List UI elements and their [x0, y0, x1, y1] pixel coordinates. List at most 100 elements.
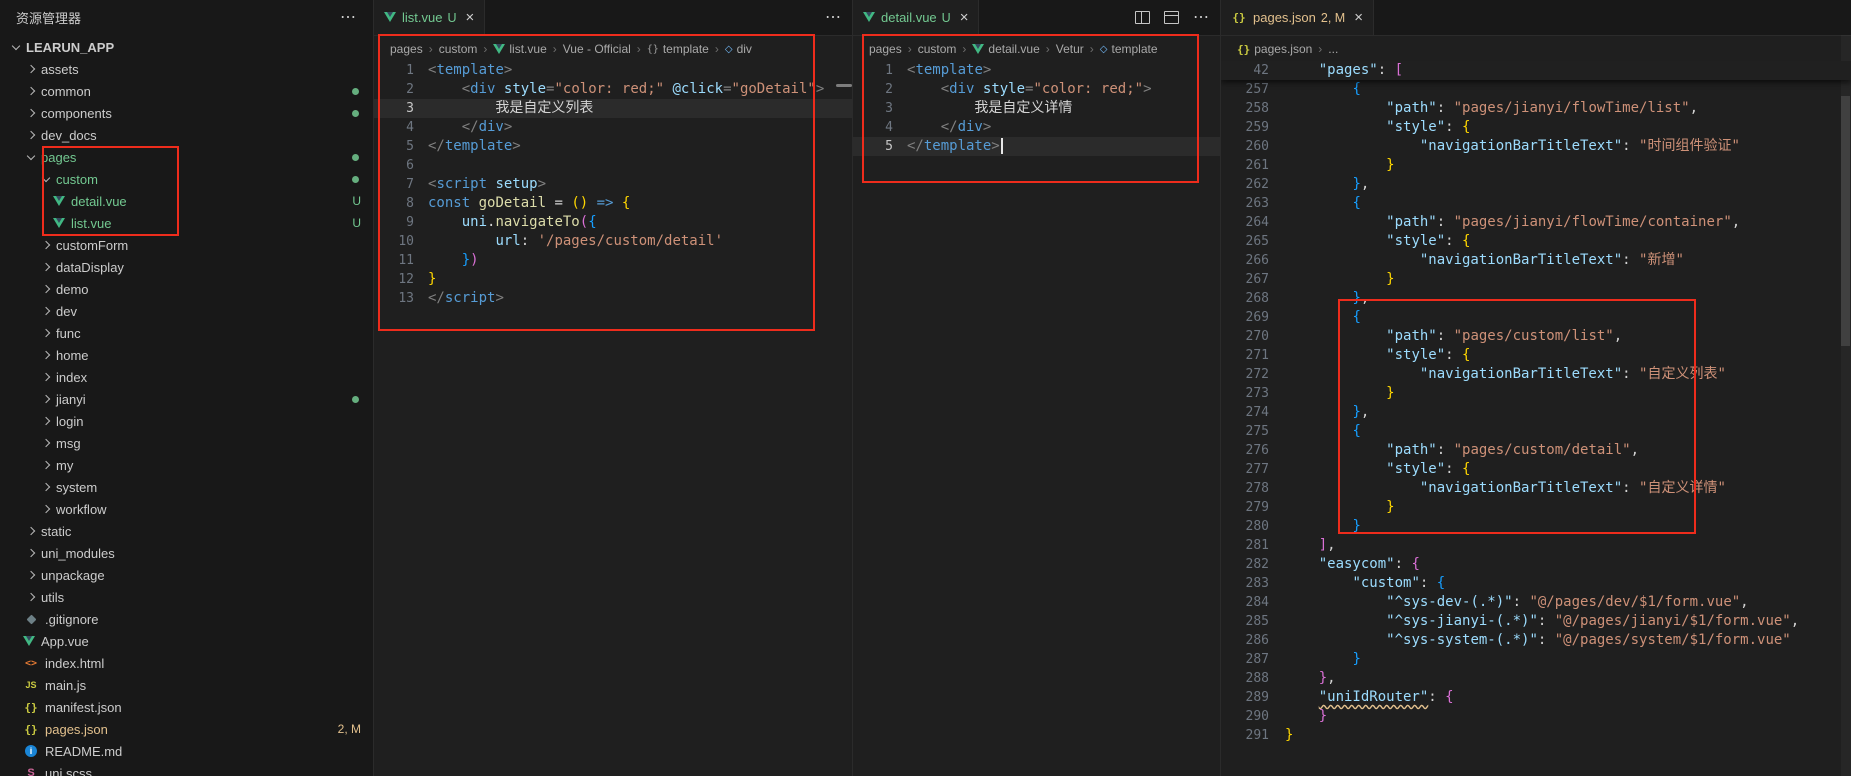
tree-item-manifest-json[interactable]: manifest.json	[0, 696, 373, 718]
close-icon[interactable]: ×	[1354, 10, 1363, 25]
code-editor[interactable]: 1<template>2 <div style="color: red;">3 …	[853, 61, 1220, 776]
code-line-277[interactable]: 277 "style": {	[1221, 460, 1851, 479]
code-line-287[interactable]: 287 }	[1221, 650, 1851, 669]
editor-layout-icon[interactable]	[1164, 11, 1179, 24]
code-line-281[interactable]: 281 ],	[1221, 536, 1851, 555]
tab-list-vue[interactable]: list.vue U ×	[374, 0, 485, 35]
tree-item-index-html[interactable]: index.html	[0, 652, 373, 674]
code-line-9[interactable]: 9 uni.navigateTo({	[374, 213, 852, 232]
tree-item-login[interactable]: login	[0, 410, 373, 432]
tree-item-dev-docs[interactable]: dev_docs	[0, 124, 373, 146]
tree-item-uni-scss[interactable]: uni.scss	[0, 762, 373, 776]
breadcrumb-item-pages[interactable]: pages	[390, 42, 423, 56]
breadcrumb-item-pages-json[interactable]: pages.json	[1237, 42, 1312, 56]
code-line-1[interactable]: 1<template>	[853, 61, 1220, 80]
code-line-4[interactable]: 4 </div>	[853, 118, 1220, 137]
breadcrumb-item-vue-official[interactable]: Vue - Official	[563, 42, 631, 56]
tree-item-system[interactable]: system	[0, 476, 373, 498]
scrollbar-track[interactable]	[1841, 35, 1851, 776]
code-line-269[interactable]: 269 {	[1221, 308, 1851, 327]
code-line-2[interactable]: 2 <div style="color: red;">	[853, 80, 1220, 99]
breadcrumb-item-pages[interactable]: pages	[869, 42, 902, 56]
code-line-5[interactable]: 5</template>	[853, 137, 1220, 156]
code-line-283[interactable]: 283 "custom": {	[1221, 574, 1851, 593]
tree-item-uni-modules[interactable]: uni_modules	[0, 542, 373, 564]
tree-item-func[interactable]: func	[0, 322, 373, 344]
breadcrumb-item-template[interactable]: template	[1100, 42, 1158, 56]
tree-item-list-vue[interactable]: list.vueU	[0, 212, 373, 234]
code-line-264[interactable]: 264 "path": "pages/jianyi/flowTime/conta…	[1221, 213, 1851, 232]
tree-item-readme-md[interactable]: README.md	[0, 740, 373, 762]
tree-item-pages-json[interactable]: pages.json2, M	[0, 718, 373, 740]
code-line-42[interactable]: 42 "pages": [	[1221, 61, 1851, 80]
breadcrumb-item-list-vue[interactable]: list.vue	[493, 42, 546, 56]
tree-item-customform[interactable]: customForm	[0, 234, 373, 256]
tree-item-learun-app[interactable]: LEARUN_APP	[0, 36, 373, 58]
close-icon[interactable]: ×	[466, 10, 475, 25]
more-actions-icon[interactable]: ⋯	[1193, 10, 1210, 26]
more-actions-icon[interactable]: ⋯	[825, 10, 842, 26]
code-line-279[interactable]: 279 }	[1221, 498, 1851, 517]
tree-item-dev[interactable]: dev	[0, 300, 373, 322]
code-line-10[interactable]: 10 url: '/pages/custom/detail'	[374, 232, 852, 251]
tab-detail-vue[interactable]: detail.vue U ×	[853, 0, 979, 35]
code-line-257[interactable]: 257 {	[1221, 80, 1851, 99]
breadcrumb-item-item[interactable]: ...	[1328, 42, 1338, 56]
code-line-285[interactable]: 285 "^sys-jianyi-(.*)": "@/pages/jianyi/…	[1221, 612, 1851, 631]
tree-item-app-vue[interactable]: App.vue	[0, 630, 373, 652]
code-line-288[interactable]: 288 },	[1221, 669, 1851, 688]
code-line-290[interactable]: 290 }	[1221, 707, 1851, 726]
code-line-265[interactable]: 265 "style": {	[1221, 232, 1851, 251]
scrollbar-thumb[interactable]	[1841, 96, 1850, 346]
code-line-259[interactable]: 259 "style": {	[1221, 118, 1851, 137]
breadcrumb-item-detail-vue[interactable]: detail.vue	[972, 42, 1039, 56]
code-line-263[interactable]: 263 {	[1221, 194, 1851, 213]
code-line-274[interactable]: 274 },	[1221, 403, 1851, 422]
code-line-284[interactable]: 284 "^sys-dev-(.*)": "@/pages/dev/$1/for…	[1221, 593, 1851, 612]
tree-item-msg[interactable]: msg	[0, 432, 373, 454]
tree-item-pages[interactable]: pages	[0, 146, 373, 168]
code-line-262[interactable]: 262 },	[1221, 175, 1851, 194]
more-actions-icon[interactable]: ⋯	[340, 10, 357, 26]
breadcrumb-item-div[interactable]: div	[725, 42, 752, 56]
tree-item-main-js[interactable]: main.js	[0, 674, 373, 696]
tree-item-index[interactable]: index	[0, 366, 373, 388]
code-line-286[interactable]: 286 "^sys-system-(.*)": "@/pages/system/…	[1221, 631, 1851, 650]
code-line-275[interactable]: 275 {	[1221, 422, 1851, 441]
breadcrumb-item-template[interactable]: template	[647, 42, 709, 56]
code-editor[interactable]: 42 "pages": [257 {258 "path": "pages/jia…	[1221, 61, 1851, 776]
code-line-267[interactable]: 267 }	[1221, 270, 1851, 289]
code-line-268[interactable]: 268 },	[1221, 289, 1851, 308]
code-line-261[interactable]: 261 }	[1221, 156, 1851, 175]
tree-item-assets[interactable]: assets	[0, 58, 373, 80]
code-line-8[interactable]: 8const goDetail = () => {	[374, 194, 852, 213]
code-line-3[interactable]: 3 我是自定义列表	[374, 99, 852, 118]
tree-item-demo[interactable]: demo	[0, 278, 373, 300]
breadcrumb-item-vetur[interactable]: Vetur	[1056, 42, 1084, 56]
tree-item-home[interactable]: home	[0, 344, 373, 366]
code-line-289[interactable]: 289 "uniIdRouter": {	[1221, 688, 1851, 707]
code-line-260[interactable]: 260 "navigationBarTitleText": "时间组件验证"	[1221, 137, 1851, 156]
tree-item-datadisplay[interactable]: dataDisplay	[0, 256, 373, 278]
code-line-7[interactable]: 7<script setup>	[374, 175, 852, 194]
tree-item-custom[interactable]: custom	[0, 168, 373, 190]
code-line-11[interactable]: 11 })	[374, 251, 852, 270]
code-line-12[interactable]: 12}	[374, 270, 852, 289]
code-line-270[interactable]: 270 "path": "pages/custom/list",	[1221, 327, 1851, 346]
code-line-4[interactable]: 4 </div>	[374, 118, 852, 137]
code-line-278[interactable]: 278 "navigationBarTitleText": "自定义详情"	[1221, 479, 1851, 498]
code-line-282[interactable]: 282 "easycom": {	[1221, 555, 1851, 574]
tree-item-gitignore[interactable]: .gitignore	[0, 608, 373, 630]
tree-item-detail-vue[interactable]: detail.vueU	[0, 190, 373, 212]
code-editor[interactable]: 1<template>2 <div style="color: red;" @c…	[374, 61, 852, 776]
tab-pages-json[interactable]: pages.json 2, M ×	[1221, 0, 1374, 35]
code-line-6[interactable]: 6	[374, 156, 852, 175]
code-line-13[interactable]: 13</script>	[374, 289, 852, 308]
tree-item-jianyi[interactable]: jianyi	[0, 388, 373, 410]
code-line-266[interactable]: 266 "navigationBarTitleText": "新增"	[1221, 251, 1851, 270]
tree-item-unpackage[interactable]: unpackage	[0, 564, 373, 586]
tree-item-workflow[interactable]: workflow	[0, 498, 373, 520]
code-line-3[interactable]: 3 我是自定义详情	[853, 99, 1220, 118]
code-line-273[interactable]: 273 }	[1221, 384, 1851, 403]
code-line-5[interactable]: 5</template>	[374, 137, 852, 156]
